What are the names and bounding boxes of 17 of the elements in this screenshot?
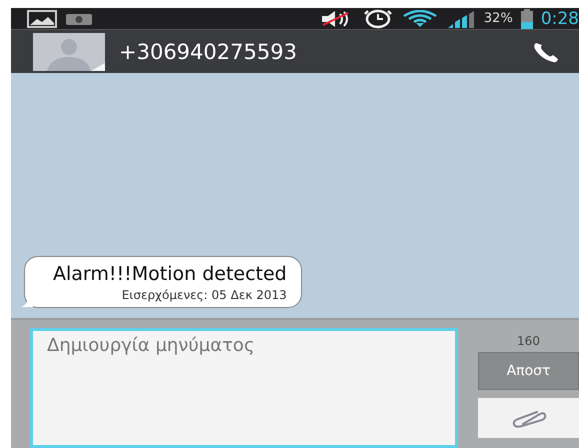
picture-icon (27, 10, 57, 28)
battery-icon (520, 8, 533, 29)
clock-time: 0:28 (540, 8, 579, 29)
contact-avatar-icon[interactable] (33, 32, 105, 71)
battery-percent: 32% (484, 11, 513, 26)
attach-button[interactable] (478, 398, 579, 438)
message-bubble[interactable]: Alarm!!!Motion detected Εισερχόμενες: 05 Δεκ 2013 (24, 256, 302, 308)
signal-icon (446, 10, 476, 28)
phone-icon[interactable] (533, 40, 559, 63)
message-text: Alarm!!!Motion detected (53, 263, 287, 285)
character-counter: 160 (516, 334, 541, 348)
contact-number: +306940275593 (119, 40, 298, 64)
wifi-icon (402, 10, 438, 28)
camera-icon (65, 12, 93, 26)
message-input-field[interactable]: Δημιουργία μηνύματος (30, 328, 458, 448)
message-date: Εισερχόμενες: 05 Δεκ 2013 (122, 288, 287, 302)
alarm-clock-icon (362, 8, 394, 29)
